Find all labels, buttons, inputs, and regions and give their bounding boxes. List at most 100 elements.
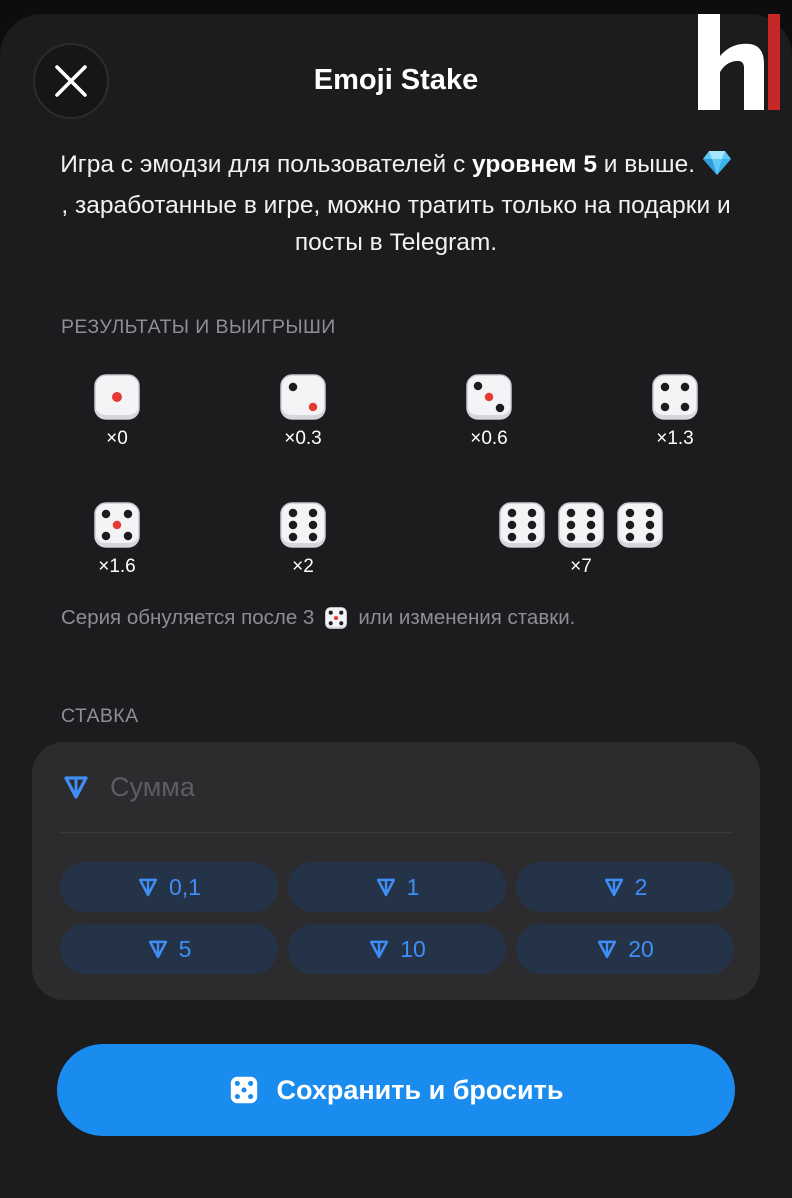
preset-button[interactable]: 5: [60, 924, 278, 974]
dice-pip: [660, 402, 670, 412]
dice-pip: [101, 531, 111, 541]
preset-button[interactable]: 20: [516, 924, 734, 974]
dice-pip: [288, 382, 298, 392]
result-dice: [82, 372, 152, 422]
stake-card: 0,1 1 2 5 10 20: [32, 742, 760, 1000]
dice-pip: [645, 508, 655, 518]
preset-label: 5: [178, 935, 192, 962]
dice-pip: [329, 621, 334, 626]
dice-pip: [625, 532, 635, 542]
ton-icon: [596, 938, 618, 960]
result-item: ×0: [82, 372, 152, 450]
preset-label: 0,1: [169, 873, 201, 900]
dice-2-icon: [280, 374, 326, 420]
dice-pip: [101, 509, 111, 519]
divider: [60, 832, 732, 833]
dice-pip: [308, 508, 318, 518]
preset-button[interactable]: 2: [516, 862, 734, 912]
result-multiplier: ×2: [292, 556, 314, 577]
result-dice: [268, 372, 338, 422]
result-dice: [82, 500, 152, 550]
dice-pip: [240, 1087, 247, 1093]
dice-4-icon: [652, 374, 698, 420]
dice-pip: [586, 532, 596, 542]
dice-icon: [324, 606, 348, 630]
intro-text-part2: и выше.: [596, 151, 702, 178]
dice-pip: [288, 508, 298, 518]
ton-icon: [603, 876, 625, 898]
preset-button[interactable]: 10: [288, 924, 506, 974]
dice-pip: [527, 508, 537, 518]
dice-pip: [473, 381, 483, 391]
page-title: Emoji Stake: [313, 64, 479, 96]
results-section-label: РЕЗУЛЬТАТЫ И ВЫИГРЫШИ: [61, 316, 336, 338]
dice-pip: [680, 382, 690, 392]
preset-button[interactable]: 0,1: [60, 862, 278, 912]
dice-pip: [112, 520, 122, 530]
dice-6-icon: [280, 502, 326, 548]
result-item: ×1.6: [82, 500, 152, 578]
result-dice: [491, 500, 671, 550]
dice-pip: [308, 532, 318, 542]
result-dice: [268, 500, 338, 550]
result-item: ×2: [268, 500, 338, 578]
result-item-triple: ×7: [491, 500, 671, 578]
result-dice: [454, 372, 524, 422]
amount-row[interactable]: [32, 742, 760, 832]
preset-label: 1: [406, 873, 420, 900]
series-note-before: Серия обнуляется после 3: [61, 606, 315, 629]
result-dice: [640, 372, 710, 422]
dice-pip: [660, 382, 670, 392]
diamond-icon: [702, 150, 732, 187]
dice-5-icon: [325, 607, 348, 629]
dice-6-icon: [558, 502, 604, 548]
dice-pip: [507, 532, 517, 542]
amount-input[interactable]: [110, 771, 670, 803]
save-and-roll-button[interactable]: Сохранить и бросить: [57, 1044, 735, 1136]
result-item: ×1.3: [640, 372, 710, 450]
stake-presets: 0,1 1 2 5 10 20: [60, 862, 734, 974]
dice-6-icon: [499, 502, 545, 548]
result-multiplier: ×1.6: [98, 556, 136, 577]
dice-icon: [229, 1075, 259, 1105]
dice-pip: [288, 532, 298, 542]
dice-5-icon: [230, 1076, 257, 1104]
dice-3-icon: [466, 374, 512, 420]
dice-pip: [334, 615, 339, 621]
dice-pip: [625, 520, 635, 530]
ton-icon: [62, 773, 90, 801]
dice-pip: [234, 1080, 240, 1086]
preset-button[interactable]: 1: [288, 862, 506, 912]
dice-5-icon: [94, 502, 140, 548]
dice-pip: [566, 520, 576, 530]
dice-pip: [507, 508, 517, 518]
result-item: ×0.3: [268, 372, 338, 450]
dice-1-icon: [94, 374, 140, 420]
series-reset-note: Серия обнуляется после 3 или изменения с…: [61, 606, 575, 630]
dice-pip: [484, 392, 494, 402]
preset-label: 10: [400, 935, 426, 962]
dice-pip: [566, 508, 576, 518]
intro-text-part3: , заработанные в игре, можно тратить тол…: [61, 192, 731, 256]
dice-pip: [566, 532, 576, 542]
dice-pip: [247, 1094, 253, 1100]
result-multiplier: ×1.3: [656, 428, 694, 449]
dice-6-icon: [617, 502, 663, 548]
dice-pip: [247, 1080, 253, 1086]
dice-pip: [123, 531, 133, 541]
dice-pip: [527, 520, 537, 530]
preset-label: 20: [628, 935, 654, 962]
intro-text: Игра с эмодзи для пользователей с уровне…: [60, 146, 732, 261]
intro-text-part1: Игра с эмодзи для пользователей с: [60, 151, 473, 178]
dice-pip: [123, 509, 133, 519]
result-multiplier: ×0.3: [284, 428, 322, 449]
result-item: ×0.6: [454, 372, 524, 450]
ton-icon: [147, 938, 169, 960]
dice-pip: [586, 508, 596, 518]
dice-pip: [339, 610, 344, 615]
dice-pip: [234, 1094, 240, 1100]
dice-pip: [112, 392, 122, 402]
dice-pip: [288, 520, 298, 530]
result-multiplier: ×0: [106, 428, 128, 449]
dice-pip: [645, 532, 655, 542]
